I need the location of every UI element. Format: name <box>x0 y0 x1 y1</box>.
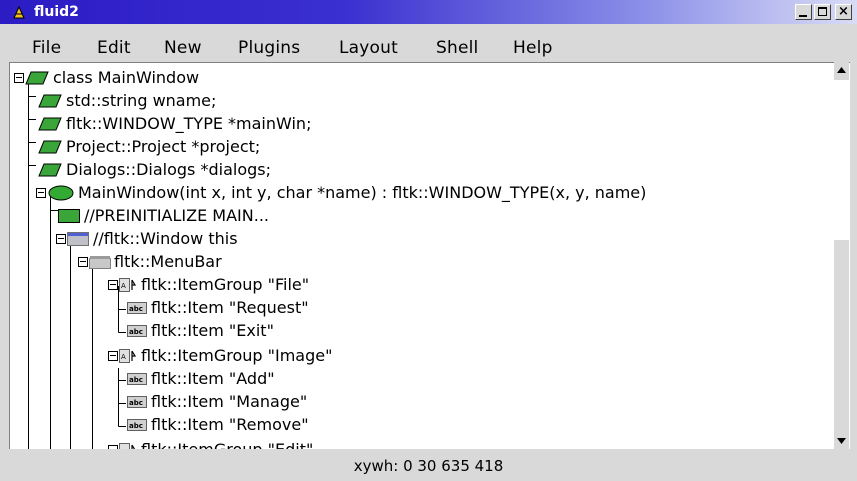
item-icon: abc <box>127 373 147 385</box>
collapse-toggle[interactable] <box>108 445 118 449</box>
window-icon <box>67 232 89 246</box>
svg-text:abc: abc <box>129 305 143 313</box>
tree-row-function[interactable]: MainWindow(int x, int y, char *name) : f… <box>10 182 836 204</box>
tree-row[interactable]: A fltk::ItemGroup "File" <box>10 274 836 296</box>
tree-item-label: fltk::WINDOW_TYPE *mainWin; <box>66 114 312 133</box>
app-window: fluid2 × File Edit New Plugins Layout Sh… <box>0 0 857 481</box>
tree-item-label: fltk::ItemGroup "Image" <box>141 346 333 365</box>
widget-tree[interactable]: class MainWindow std::string wname; fltk… <box>9 62 850 449</box>
tree-item-label: fltk::ItemGroup "Edit" <box>141 439 313 449</box>
collapse-toggle[interactable] <box>56 234 66 244</box>
menu-layout[interactable]: Layout <box>339 38 398 58</box>
app-icon <box>13 5 25 19</box>
item-icon: abc <box>127 302 147 314</box>
close-icon: × <box>838 4 849 19</box>
tree-item-label: fltk::Item "Manage" <box>151 392 308 411</box>
menu-file[interactable]: File <box>32 38 61 58</box>
tree-item-label: MainWindow(int x, int y, char *name) : f… <box>78 183 647 202</box>
vertical-scrollbar[interactable] <box>834 62 849 449</box>
maximize-button[interactable] <box>814 4 831 20</box>
svg-text:A: A <box>121 282 126 290</box>
menu-new[interactable]: New <box>164 38 202 58</box>
declaration-icon <box>38 94 62 108</box>
tree-item-label: fltk::Item "Add" <box>151 369 275 388</box>
tree-row[interactable]: std::string wname; <box>10 90 836 112</box>
class-icon <box>25 71 49 85</box>
scroll-down-arrow-icon[interactable] <box>834 433 849 449</box>
tree-row[interactable]: fltk::MenuBar <box>10 251 836 273</box>
tree-item-label: Dialogs::Dialogs *dialogs; <box>66 160 271 179</box>
menu-bar: File Edit New Plugins Layout Shell Help <box>0 24 857 62</box>
minimize-button[interactable] <box>795 4 812 20</box>
tree-item-label: class MainWindow <box>53 68 200 87</box>
collapse-toggle[interactable] <box>14 73 24 83</box>
declaration-icon <box>38 117 62 131</box>
menubar-icon <box>89 256 111 269</box>
tree-row[interactable]: abc fltk::Item "Request" <box>10 297 836 319</box>
svg-text:abc: abc <box>129 422 143 430</box>
function-icon <box>48 185 74 201</box>
itemgroup-icon: A <box>119 278 137 292</box>
menu-edit[interactable]: Edit <box>97 38 131 58</box>
tree-item-label: std::string wname; <box>66 91 217 110</box>
tree-row[interactable]: abc fltk::Item "Manage" <box>10 391 836 413</box>
scroll-up-arrow-icon[interactable] <box>834 62 849 78</box>
svg-text:A: A <box>121 353 126 361</box>
tree-row[interactable]: //fltk::Window this <box>10 228 836 250</box>
tree-item-label: //fltk::Window this <box>93 229 238 248</box>
declaration-icon <box>38 163 62 177</box>
scrollbar-thumb[interactable] <box>834 80 849 240</box>
collapse-toggle[interactable] <box>108 280 118 290</box>
tree-row[interactable]: Project::Project *project; <box>10 136 836 158</box>
tree-item-label: fltk::ItemGroup "File" <box>141 275 310 294</box>
menu-shell[interactable]: Shell <box>436 38 478 58</box>
item-icon: abc <box>127 419 147 431</box>
window-title: fluid2 <box>34 4 79 20</box>
status-bar: xywh: 0 30 635 418 <box>0 450 857 481</box>
tree-row-class[interactable]: class MainWindow <box>10 67 836 89</box>
tree-row[interactable]: fltk::ItemGroup "Edit" <box>10 439 836 449</box>
tree-row[interactable]: abc fltk::Item "Remove" <box>10 414 836 436</box>
menu-plugins[interactable]: Plugins <box>238 38 300 58</box>
menu-help[interactable]: Help <box>513 38 553 58</box>
svg-text:abc: abc <box>129 399 143 407</box>
maximize-icon <box>818 7 827 16</box>
tree-item-label: Project::Project *project; <box>66 137 261 156</box>
tree-item-label: fltk::Item "Remove" <box>151 415 309 434</box>
itemgroup-icon: A <box>119 349 137 363</box>
collapse-toggle[interactable] <box>36 188 46 198</box>
code-icon <box>58 209 80 223</box>
tree-item-label: fltk::Item "Exit" <box>151 321 274 340</box>
tree-item-label: fltk::MenuBar <box>114 252 222 271</box>
collapse-toggle[interactable] <box>108 351 118 361</box>
title-bar[interactable]: fluid2 × <box>0 0 857 24</box>
svg-text:abc: abc <box>129 328 143 336</box>
minimize-icon <box>799 15 807 17</box>
tree-row[interactable]: Dialogs::Dialogs *dialogs; <box>10 159 836 181</box>
tree-row[interactable]: fltk::WINDOW_TYPE *mainWin; <box>10 113 836 135</box>
tree-row[interactable]: //PREINITIALIZE MAIN... <box>10 205 836 227</box>
status-text: xywh: 0 30 635 418 <box>353 457 504 475</box>
itemgroup-icon <box>119 443 136 449</box>
close-button[interactable]: × <box>835 4 852 20</box>
tree-item-label: //PREINITIALIZE MAIN... <box>84 206 269 225</box>
tree-item-label: fltk::Item "Request" <box>151 298 309 317</box>
declaration-icon <box>38 140 62 154</box>
item-icon: abc <box>127 396 147 408</box>
collapse-toggle[interactable] <box>78 257 88 267</box>
tree-row[interactable]: abc fltk::Item "Exit" <box>10 320 836 342</box>
tree-row[interactable]: A fltk::ItemGroup "Image" <box>10 345 836 367</box>
item-icon: abc <box>127 325 147 337</box>
tree-row[interactable]: abc fltk::Item "Add" <box>10 368 836 390</box>
svg-text:abc: abc <box>129 376 143 384</box>
